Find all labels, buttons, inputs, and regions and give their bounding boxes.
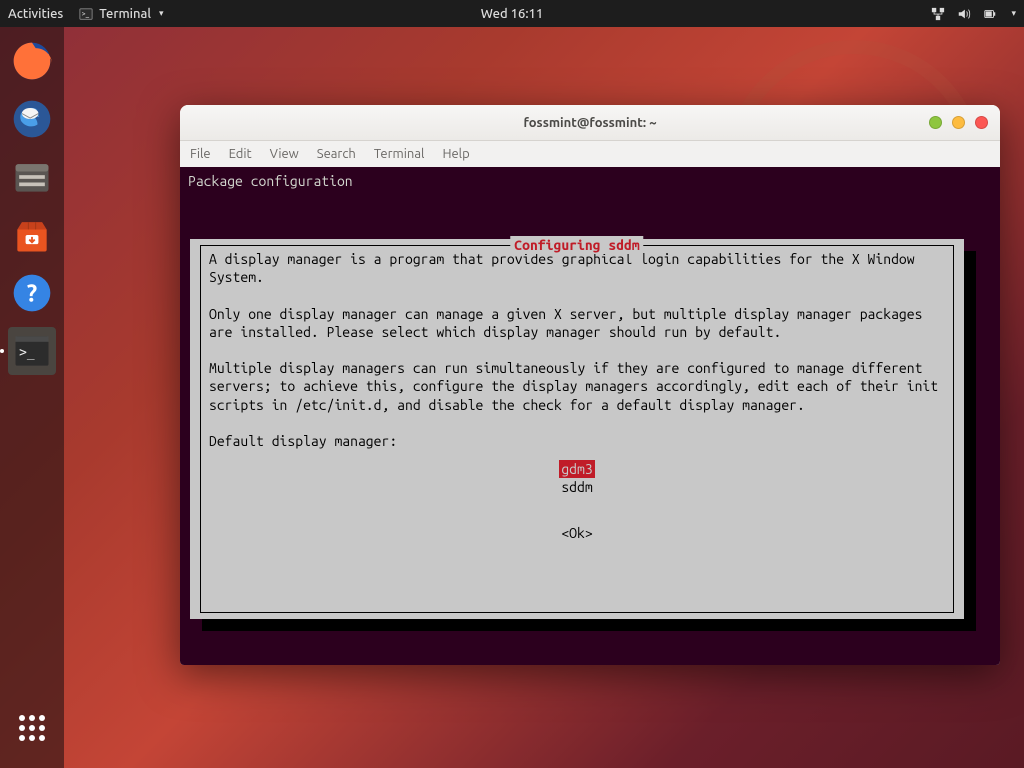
app-menu-label: Terminal (99, 7, 151, 21)
terminal-icon: >_ (10, 329, 54, 373)
dialog-paragraph-3: Multiple display managers can run simult… (209, 359, 945, 414)
launcher-software[interactable] (8, 211, 56, 259)
apps-grid-icon (19, 715, 45, 741)
launcher-firefox[interactable] (8, 37, 56, 85)
launcher-files[interactable] (8, 153, 56, 201)
battery-icon (983, 7, 997, 21)
launcher-thunderbird[interactable] (8, 95, 56, 143)
chevron-down-icon: ▾ (1011, 8, 1016, 19)
show-applications-button[interactable] (8, 704, 56, 752)
option-gdm3[interactable]: gdm3 (559, 460, 594, 478)
software-icon (10, 213, 54, 257)
system-tray[interactable]: ▾ (931, 7, 1016, 21)
window-titlebar[interactable]: fossmint@fossmint: ~ (180, 105, 1000, 141)
ok-button[interactable]: <Ok> (209, 524, 945, 542)
package-config-header: Package configuration (186, 171, 994, 189)
terminal-icon: >_ (79, 7, 93, 21)
window-title: fossmint@fossmint: ~ (523, 116, 656, 130)
dialog-paragraph-1: A display manager is a program that prov… (209, 250, 945, 286)
volume-icon (957, 7, 971, 21)
activities-button[interactable]: Activities (8, 7, 63, 21)
svg-text:?: ? (27, 279, 37, 306)
clock[interactable]: Wed 16:11 (481, 7, 543, 21)
config-dialog: Configuring sddm A display manager is a … (190, 239, 964, 619)
terminal-window: fossmint@fossmint: ~ File Edit View Sear… (180, 105, 1000, 665)
menu-view[interactable]: View (270, 147, 299, 161)
launcher-help[interactable]: ? (8, 269, 56, 317)
launcher-dock: ? >_ (0, 27, 64, 768)
menu-terminal[interactable]: Terminal (374, 147, 425, 161)
terminal-body[interactable]: Package configuration Configuring sddm A… (180, 167, 1000, 665)
dialog-title: Configuring sddm (510, 236, 643, 254)
menu-help[interactable]: Help (442, 147, 469, 161)
dialog-paragraph-2: Only one display manager can manage a gi… (209, 305, 945, 341)
option-sddm[interactable]: sddm (209, 478, 945, 496)
window-menubar: File Edit View Search Terminal Help (180, 141, 1000, 167)
maximize-button[interactable] (952, 116, 965, 129)
menu-search[interactable]: Search (317, 147, 356, 161)
launcher-terminal[interactable]: >_ (8, 327, 56, 375)
dialog-prompt: Default display manager: (209, 432, 945, 450)
close-button[interactable] (975, 116, 988, 129)
svg-text:>_: >_ (82, 9, 90, 17)
minimize-button[interactable] (929, 116, 942, 129)
menu-file[interactable]: File (190, 147, 211, 161)
files-icon (10, 155, 54, 199)
svg-text:>_: >_ (19, 346, 35, 361)
chevron-down-icon: ▾ (159, 8, 164, 19)
help-icon: ? (10, 271, 54, 315)
network-icon (931, 7, 945, 21)
app-menu[interactable]: >_ Terminal ▾ (79, 7, 163, 21)
thunderbird-icon (10, 97, 54, 141)
menu-edit[interactable]: Edit (229, 147, 252, 161)
firefox-icon (10, 39, 54, 83)
top-bar: Activities >_ Terminal ▾ Wed 16:11 ▾ (0, 0, 1024, 27)
